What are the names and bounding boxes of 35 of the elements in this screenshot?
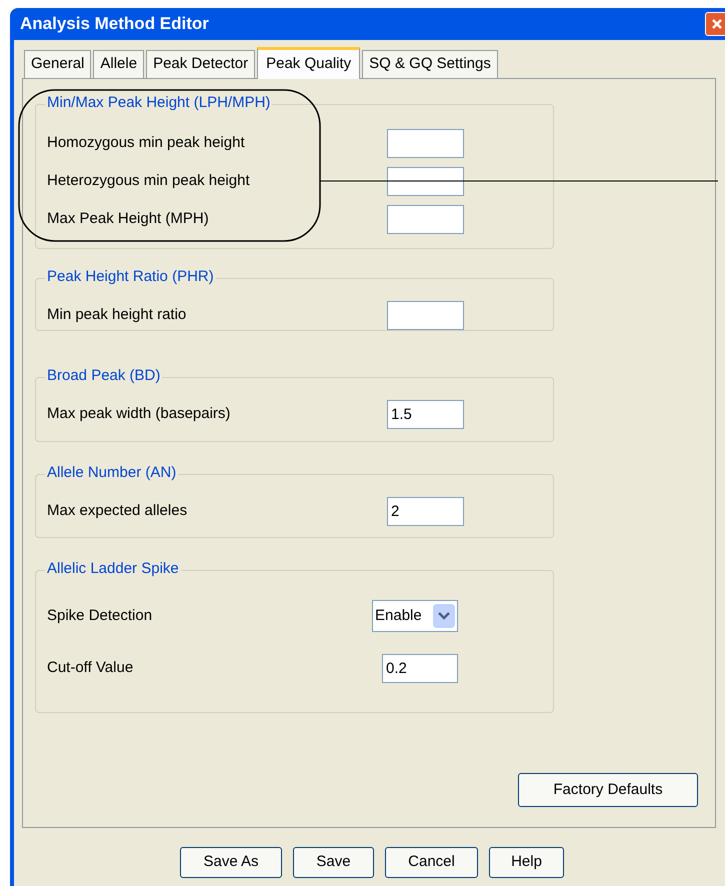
input-field[interactable]: 1.5 xyxy=(387,400,464,428)
field-label: Min peak height ratio xyxy=(47,304,186,325)
field-label: Homozygous min peak height xyxy=(47,132,245,153)
group-title: Broad Peak (BD) xyxy=(45,366,162,386)
group-title: Allelic Ladder Spike xyxy=(45,559,181,579)
input-field[interactable]: 0.2 xyxy=(382,654,458,682)
tab[interactable]: SQ & GQ Settings xyxy=(362,50,498,78)
tab[interactable]: General xyxy=(24,50,92,78)
dialog-button[interactable]: Save As xyxy=(180,847,282,878)
input-field[interactable]: 2 xyxy=(387,496,464,526)
group-title: Min/Max Peak Height (LPH/MPH) xyxy=(45,93,272,113)
input-field[interactable] xyxy=(387,204,464,234)
input-field[interactable] xyxy=(387,300,464,330)
field-label: Max peak width (basepairs) xyxy=(47,404,230,424)
dialog-button[interactable]: Save xyxy=(293,847,374,878)
tab[interactable]: Peak Detector xyxy=(146,50,256,78)
field-label: Heterozygous min peak height xyxy=(47,170,250,191)
chevron-down-icon xyxy=(433,604,455,628)
input-field[interactable] xyxy=(387,128,464,158)
tab[interactable]: Allele xyxy=(93,50,144,78)
factory-defaults-button[interactable]: Factory Defaults xyxy=(518,773,698,807)
field-label: Max Peak Height (MPH) xyxy=(47,208,209,229)
dialog-button[interactable]: Cancel xyxy=(385,847,478,878)
field-label: Cut-off Value xyxy=(47,658,134,678)
dropdown[interactable]: Enable xyxy=(372,600,458,632)
group-title: Allele Number (AN) xyxy=(45,463,178,483)
input-field[interactable] xyxy=(387,166,464,196)
field-label: Spike Detection xyxy=(47,606,152,626)
tab[interactable]: Peak Quality xyxy=(257,47,360,79)
window-title: Analysis Method Editor xyxy=(20,13,210,36)
field-label: Max expected alleles xyxy=(47,500,188,521)
close-icon xyxy=(711,18,723,30)
close-button[interactable] xyxy=(705,12,725,36)
dialog-button[interactable]: Help xyxy=(489,847,564,878)
group-title: Peak Height Ratio (PHR) xyxy=(45,267,216,287)
